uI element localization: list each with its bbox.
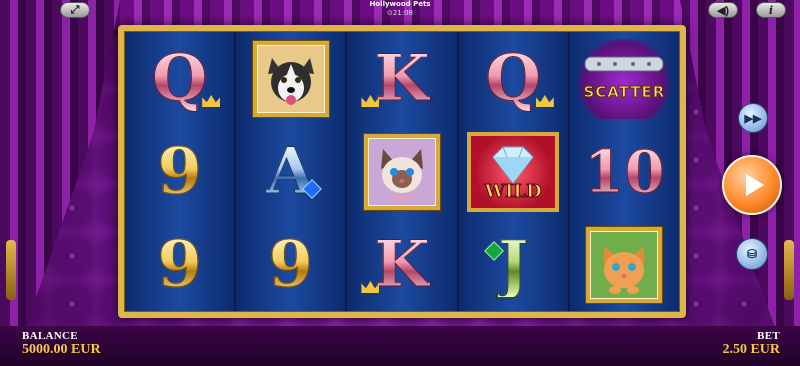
symbol-queen: Q <box>485 40 542 116</box>
info-button[interactable]: i <box>756 2 786 18</box>
wild-symbol: WILD <box>467 131 560 212</box>
bet-value[interactable]: 2.50 EUR <box>722 342 780 358</box>
reel-cell <box>570 218 679 311</box>
reel-cell: WILD <box>459 125 568 218</box>
symbol-king: K <box>374 226 431 302</box>
tassel-right <box>784 240 794 300</box>
reel-2: A 9 <box>236 32 346 311</box>
reel-cell: K <box>347 218 456 311</box>
speaker-icon: ◀) <box>716 4 730 17</box>
reel-5: SCATTER 10 <box>569 32 680 311</box>
game-header: Hollywood Pets ⊙21:08 <box>340 0 460 18</box>
husky-icon <box>267 57 314 105</box>
diamond-icon <box>492 146 534 184</box>
spin-button[interactable] <box>722 155 782 215</box>
symbol-queen: Q <box>151 40 208 116</box>
reel-cell: J <box>459 218 568 311</box>
balance-value: 5000.00 EUR <box>22 342 101 357</box>
collar-icon <box>584 56 664 71</box>
reel-4: Q WILD J <box>458 32 568 311</box>
symbol-nine: 9 <box>268 226 314 302</box>
cat-icon <box>381 148 423 199</box>
reel-cell: A <box>236 125 345 218</box>
symbol-ten: 10 <box>584 137 666 206</box>
tassel-left <box>6 240 16 300</box>
clock: ⊙21:08 <box>386 9 414 17</box>
reel-grid: Q 9 9 A 9 K K Q WILD J SCATTER 10 <box>125 32 680 311</box>
scatter-label: SCATTER <box>583 82 666 101</box>
reel-cell: 10 <box>570 125 679 218</box>
symbol-jack: J <box>498 226 529 302</box>
symbol-nine: 9 <box>157 133 203 209</box>
game-title: Hollywood Pets <box>369 0 431 8</box>
info-icon: i <box>768 3 774 17</box>
reel-cell: K <box>347 32 456 125</box>
reel-cell <box>347 125 456 218</box>
fullscreen-button[interactable]: ⤢ <box>60 2 90 18</box>
reel-cell: Q <box>459 32 568 125</box>
balance-label: BALANCE <box>22 330 78 342</box>
expand-icon: ⤢ <box>70 3 80 16</box>
status-bar <box>0 326 800 366</box>
bet-settings-button[interactable]: ⛁ <box>736 238 768 270</box>
scatter-symbol: SCATTER <box>574 38 675 119</box>
reel-cell: 9 <box>125 125 234 218</box>
kitten-portrait <box>586 226 663 303</box>
reel-cell: SCATTER <box>570 32 679 125</box>
reel-cell <box>236 32 345 125</box>
kitten-icon <box>603 245 646 294</box>
cat-portrait <box>364 133 440 210</box>
symbol-king: K <box>374 40 431 116</box>
reel-cell: Q <box>125 32 234 125</box>
play-icon <box>745 174 764 196</box>
husky-portrait <box>252 40 329 117</box>
reel-cell: 9 <box>236 218 345 311</box>
wild-label: WILD <box>484 180 542 202</box>
fast-forward-button[interactable]: ▶▶ <box>738 103 768 133</box>
fast-forward-icon: ▶▶ <box>744 112 762 125</box>
reel-3: K K <box>347 32 457 311</box>
coins-icon: ⛁ <box>746 247 758 261</box>
symbol-nine: 9 <box>157 226 203 302</box>
sound-button[interactable]: ◀) <box>708 2 738 18</box>
reel-cell: 9 <box>125 218 234 311</box>
bet-label: BET <box>757 330 780 342</box>
reel-1: Q 9 9 <box>125 32 235 311</box>
